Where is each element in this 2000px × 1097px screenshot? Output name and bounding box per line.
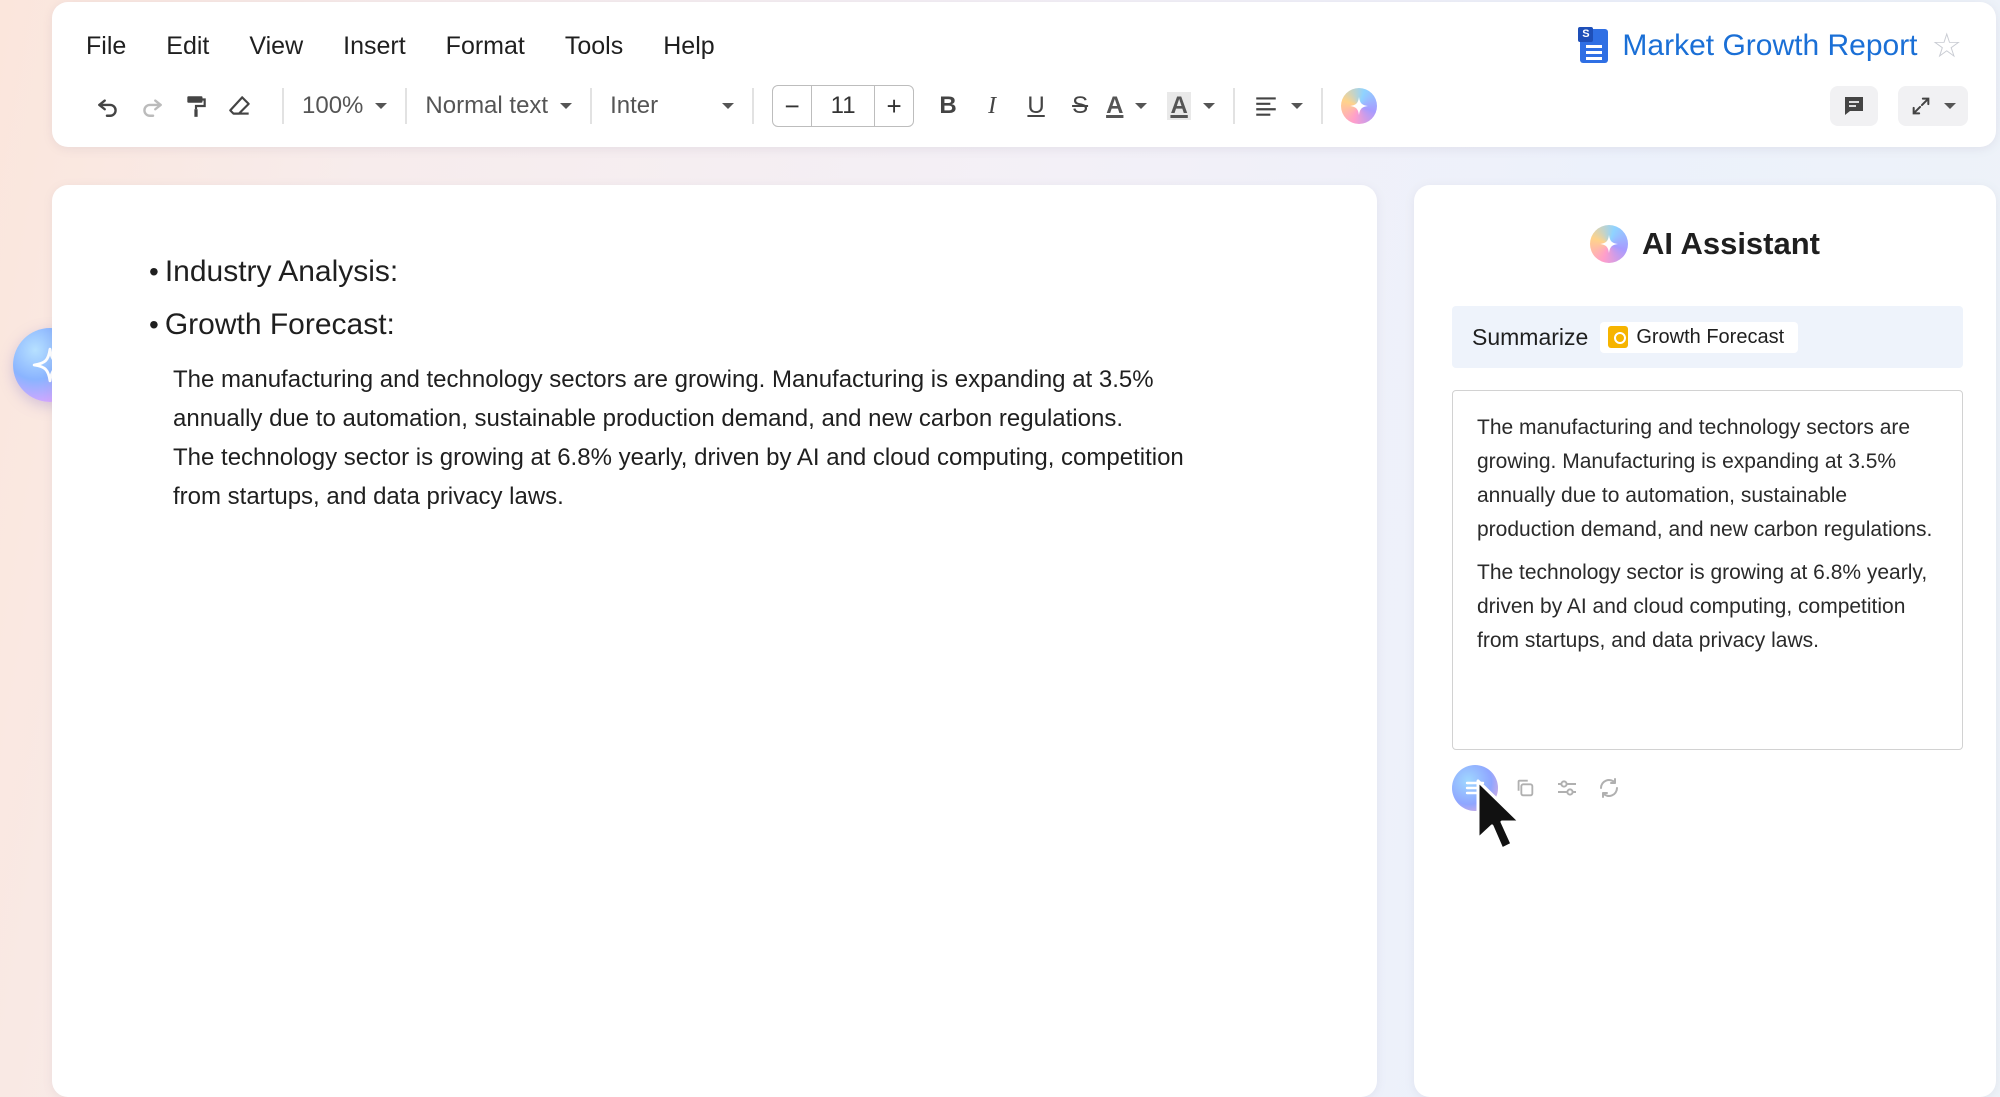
heading-industry-analysis: Industry Analysis:: [149, 255, 398, 289]
ai-response-box[interactable]: The manufacturing and technology sectors…: [1452, 390, 1963, 750]
redo-icon: [143, 99, 162, 117]
font-size-input[interactable]: 11: [811, 86, 876, 126]
comment-button[interactable]: [1830, 86, 1878, 126]
text-color-button[interactable]: A: [1106, 92, 1148, 120]
menu-view[interactable]: View: [249, 32, 303, 61]
chevron-down-icon: [1135, 103, 1148, 109]
paragraph-line: The technology sector is growing at 6.8%…: [173, 444, 1184, 471]
menu-bar: File Edit View Insert Format Tools Help: [86, 32, 755, 61]
font-family-select[interactable]: Inter: [610, 92, 735, 120]
context-chip-label: Growth Forecast: [1636, 325, 1785, 348]
chevron-down-icon: [722, 103, 735, 109]
document-page[interactable]: Industry Analysis: Growth Forecast: The …: [52, 185, 1377, 1097]
zoom-value: 100%: [302, 92, 364, 119]
italic-button[interactable]: I: [970, 93, 1014, 120]
toolbar-divider: [590, 88, 593, 124]
highlight-icon: A: [1167, 92, 1191, 120]
editor-toolbar: File Edit View Insert Format Tools Help …: [52, 2, 1996, 147]
bold-button[interactable]: B: [926, 92, 970, 120]
menu-format[interactable]: Format: [446, 32, 525, 61]
align-left-icon: [1256, 97, 1276, 116]
refresh-icon: [1600, 778, 1618, 798]
chevron-down-icon: [1944, 103, 1956, 109]
adjust-button[interactable]: [1552, 773, 1582, 803]
toolbar-divider: [752, 88, 755, 124]
sparkle-icon: [1349, 96, 1368, 116]
mouse-cursor-icon: [1476, 779, 1522, 851]
heading-growth-forecast: Growth Forecast:: [149, 308, 395, 342]
zoom-select[interactable]: 100%: [302, 92, 388, 120]
menu-tools[interactable]: Tools: [565, 32, 623, 61]
decrease-font-size-button[interactable]: −: [773, 91, 811, 122]
chevron-down-icon: [1202, 103, 1215, 109]
font-family-value: Inter: [610, 92, 659, 119]
regenerate-button[interactable]: [1594, 773, 1624, 803]
document-title[interactable]: Market Growth Report: [1622, 29, 1917, 63]
ai-assistant-panel: AI Assistant Summarize Growth Forecast T…: [1414, 185, 1996, 1097]
menu-edit[interactable]: Edit: [166, 32, 209, 61]
paragraph-style-value: Normal text: [425, 92, 549, 119]
expand-button[interactable]: [1898, 86, 1968, 126]
document-title-area: S Market Growth Report ☆: [1578, 26, 1962, 66]
sparkle-icon: [1599, 234, 1619, 254]
chevron-down-icon: [375, 103, 388, 109]
panel-header: AI Assistant: [1414, 225, 1996, 263]
font-size-stepper: − 11 +: [772, 85, 915, 127]
menu-file[interactable]: File: [86, 32, 126, 61]
toolbar-divider: [1232, 88, 1235, 124]
paragraph-line: from startups, and data privacy laws.: [173, 483, 564, 510]
expand-icon: [1912, 97, 1930, 115]
document-icon-badge: S: [1578, 27, 1594, 42]
paragraph-style-select[interactable]: Normal text: [425, 92, 573, 120]
paint-format-button[interactable]: [176, 84, 216, 128]
undo-icon: [98, 99, 117, 117]
sliders-icon: [1558, 780, 1576, 796]
panel-title: AI Assistant: [1641, 226, 1820, 261]
chevron-down-icon: [1290, 103, 1303, 109]
chevron-down-icon: [560, 103, 573, 109]
strikethrough-button[interactable]: S: [1058, 92, 1102, 120]
menu-help[interactable]: Help: [663, 32, 714, 61]
highlight-color-button[interactable]: A: [1167, 92, 1215, 120]
star-icon[interactable]: ☆: [1932, 26, 1962, 66]
undo-button[interactable]: [88, 84, 128, 128]
document-icon: S: [1578, 27, 1609, 63]
underline-button[interactable]: U: [1014, 92, 1058, 120]
comment-icon: [1845, 97, 1863, 115]
toolbar-divider: [282, 88, 284, 124]
increase-font-size-button[interactable]: +: [875, 91, 913, 122]
context-chip[interactable]: Growth Forecast: [1600, 321, 1799, 353]
prompt-bar[interactable]: Summarize Growth Forecast: [1452, 306, 1963, 368]
eraser-icon: [229, 96, 250, 115]
section-icon: [1608, 326, 1629, 348]
ai-assistant-button[interactable]: [1340, 88, 1377, 124]
paragraph-line: annually due to automation, sustainable …: [173, 405, 1123, 432]
response-paragraph: The manufacturing and technology sectors…: [1477, 416, 1933, 541]
toolbar-divider: [405, 88, 408, 124]
text-color-icon: A: [1106, 92, 1124, 119]
toolbar-divider: [1320, 88, 1323, 124]
paragraph-line: The manufacturing and technology sectors…: [173, 366, 1154, 393]
redo-button[interactable]: [132, 84, 172, 128]
paint-roller-icon: [187, 96, 206, 117]
ai-logo-icon: [1589, 225, 1628, 263]
prompt-action: Summarize: [1472, 323, 1589, 350]
align-select[interactable]: [1253, 93, 1303, 119]
response-paragraph: The technology sector is growing at 6.8%…: [1477, 561, 1928, 652]
toolbar-right: [1830, 86, 1968, 126]
growth-forecast-paragraph: The manufacturing and technology sectors…: [173, 360, 1313, 516]
formatting-toolbar: 100% Normal text Inter − 11 + B I U S A …: [88, 82, 1377, 130]
clear-formatting-button[interactable]: [220, 84, 260, 128]
menu-insert[interactable]: Insert: [343, 32, 406, 61]
